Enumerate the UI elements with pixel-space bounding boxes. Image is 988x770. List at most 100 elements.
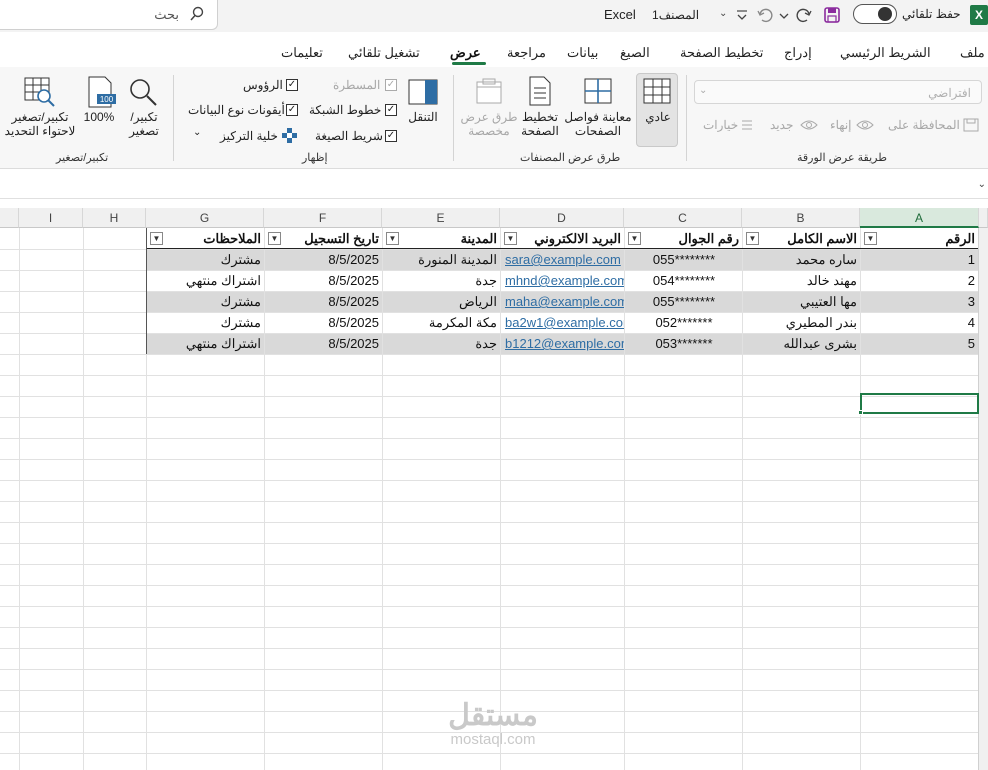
formula-bar[interactable]: ⌄: [0, 175, 988, 199]
table-cell-notes[interactable]: مشترك: [148, 312, 264, 333]
table-cell-city[interactable]: الرياض: [384, 291, 500, 312]
header-cell-mobile[interactable]: رقم الجوال: [642, 228, 742, 249]
options-button[interactable]: خيارات: [703, 118, 738, 132]
table-cell-email[interactable]: sara@example.com: [502, 249, 624, 270]
headings-checkbox[interactable]: ✓: [286, 79, 298, 91]
column-header-d[interactable]: D: [500, 208, 624, 228]
fill-handle[interactable]: [858, 410, 863, 415]
tab-review[interactable]: مراجعة: [507, 45, 546, 61]
zoom-button[interactable]: تكبير/ تصغير: [122, 110, 166, 138]
chevron-down-icon[interactable]: ⌄: [719, 8, 727, 19]
filter-dropdown-icon[interactable]: ▼: [386, 232, 399, 245]
redo-icon[interactable]: [795, 6, 813, 24]
table-cell-number[interactable]: 3: [862, 291, 978, 312]
column-header-c[interactable]: C: [624, 208, 742, 228]
column-header-i[interactable]: I: [19, 208, 83, 228]
tab-view[interactable]: عرض: [450, 45, 481, 61]
table-cell-email[interactable]: ba2w1@example.com: [502, 312, 624, 333]
table-cell-fullname[interactable]: بشرى عبدالله: [744, 333, 860, 354]
table-cell-mobile[interactable]: 054********: [626, 270, 742, 291]
table-cell-mobile[interactable]: 055********: [626, 291, 742, 312]
keep-button[interactable]: المحافظة على: [888, 118, 960, 132]
tab-page-layout[interactable]: تخطيط الصفحة: [680, 45, 763, 61]
tab-help[interactable]: تعليمات: [281, 45, 323, 61]
table-cell-email[interactable]: mhnd@example.com: [502, 270, 624, 291]
table-cell-notes[interactable]: اشتراك منتهي: [148, 333, 264, 354]
table-cell-city[interactable]: جدة: [384, 333, 500, 354]
tab-formulas[interactable]: الصيغ: [620, 45, 650, 61]
table-cell-notes[interactable]: مشترك: [148, 249, 264, 270]
ruler-checkbox[interactable]: ✓: [385, 79, 397, 91]
undo-icon[interactable]: [756, 6, 774, 24]
column-header-f[interactable]: F: [264, 208, 382, 228]
table-cell-mobile[interactable]: 053*******: [626, 333, 742, 354]
new-button[interactable]: جديد: [770, 118, 793, 132]
table-cell-fullname[interactable]: ساره محمد: [744, 249, 860, 270]
table-cell-email[interactable]: maha@example.com: [502, 291, 624, 312]
filter-dropdown-icon[interactable]: ▼: [864, 232, 877, 245]
filter-dropdown-icon[interactable]: ▼: [150, 232, 163, 245]
column-header-b[interactable]: B: [742, 208, 860, 228]
tab-insert[interactable]: إدراج: [784, 45, 812, 61]
header-cell-number[interactable]: الرقم: [878, 228, 978, 249]
table-cell-date[interactable]: 8/5/2025: [266, 312, 382, 333]
table-cell-email[interactable]: b1212@example.com: [502, 333, 624, 354]
tab-automate[interactable]: تشغيل تلقائي: [348, 45, 420, 61]
zoom-to-selection-button[interactable]: تكبير/تصغير لاحتواء التحديد: [2, 110, 78, 138]
header-cell-fullname[interactable]: الاسم الكامل: [760, 228, 860, 249]
filter-dropdown-icon[interactable]: ▼: [628, 232, 641, 245]
table-cell-city[interactable]: جدة: [384, 270, 500, 291]
navigation-button[interactable]: التنقل: [404, 110, 442, 124]
table-cell-mobile[interactable]: 055********: [626, 249, 742, 270]
exit-button[interactable]: إنهاء: [830, 118, 852, 132]
undo-dropdown-icon[interactable]: [778, 6, 790, 24]
column-header-g[interactable]: G: [146, 208, 264, 228]
table-cell-date[interactable]: 8/5/2025: [266, 291, 382, 312]
tab-data[interactable]: بيانات: [567, 45, 598, 61]
page-break-preview-button[interactable]: معاينة فواصل الصفحات: [562, 110, 634, 138]
column-header-a[interactable]: A: [860, 208, 979, 228]
page-layout-button[interactable]: تخطيط الصفحة: [518, 110, 562, 138]
sheet-view-dropdown[interactable]: افتراضي ⌄: [694, 80, 982, 104]
tab-home[interactable]: الشريط الرئيسي: [840, 45, 931, 61]
table-cell-number[interactable]: 5: [862, 333, 978, 354]
customize-dropdown-icon[interactable]: [733, 6, 751, 24]
search-box[interactable]: بحث: [0, 0, 218, 30]
autosave-toggle[interactable]: [853, 4, 897, 24]
focus-cell-button[interactable]: خلية التركيز: [220, 129, 278, 143]
save-icon[interactable]: [823, 6, 841, 24]
gridlines-checkbox[interactable]: ✓: [385, 104, 397, 116]
worksheet-grid[interactable]: A B C D E F G H I الرقم الاسم الكامل رقم…: [0, 208, 988, 770]
header-cell-email[interactable]: البريد الالكتروني: [518, 228, 624, 249]
table-cell-city[interactable]: المدينة المنورة: [384, 249, 500, 270]
table-cell-fullname[interactable]: مها العتيبي: [744, 291, 860, 312]
custom-views-button[interactable]: طرق عرض مخصصة: [460, 110, 518, 138]
table-cell-number[interactable]: 1: [862, 249, 978, 270]
table-cell-number[interactable]: 4: [862, 312, 978, 333]
formula-bar-checkbox[interactable]: ✓: [385, 130, 397, 142]
chevron-down-icon[interactable]: ⌄: [193, 127, 201, 138]
table-cell-date[interactable]: 8/5/2025: [266, 249, 382, 270]
table-cell-city[interactable]: مكة المكرمة: [384, 312, 500, 333]
chevron-down-icon[interactable]: ⌄: [978, 179, 986, 190]
table-cell-fullname[interactable]: بندر المطيري: [744, 312, 860, 333]
zoom-100-button[interactable]: 100%: [80, 110, 118, 124]
header-cell-date[interactable]: تاريخ التسجيل: [282, 228, 382, 249]
table-cell-date[interactable]: 8/5/2025: [266, 333, 382, 354]
tab-file[interactable]: ملف: [960, 45, 985, 61]
header-cell-notes[interactable]: الملاحظات: [164, 228, 264, 249]
filter-dropdown-icon[interactable]: ▼: [746, 232, 759, 245]
column-header-e[interactable]: E: [382, 208, 500, 228]
table-cell-mobile[interactable]: 052*******: [626, 312, 742, 333]
filter-dropdown-icon[interactable]: ▼: [268, 232, 281, 245]
filter-dropdown-icon[interactable]: ▼: [504, 232, 517, 245]
table-cell-fullname[interactable]: مهند خالد: [744, 270, 860, 291]
data-type-icons-checkbox[interactable]: ✓: [286, 104, 298, 116]
table-cell-date[interactable]: 8/5/2025: [266, 270, 382, 291]
table-cell-notes[interactable]: مشترك: [148, 291, 264, 312]
header-cell-city[interactable]: المدينة: [400, 228, 500, 249]
table-cell-notes[interactable]: اشتراك منتهي: [148, 270, 264, 291]
table-cell-number[interactable]: 2: [862, 270, 978, 291]
column-header-h[interactable]: H: [83, 208, 146, 228]
active-cell[interactable]: [860, 393, 979, 414]
